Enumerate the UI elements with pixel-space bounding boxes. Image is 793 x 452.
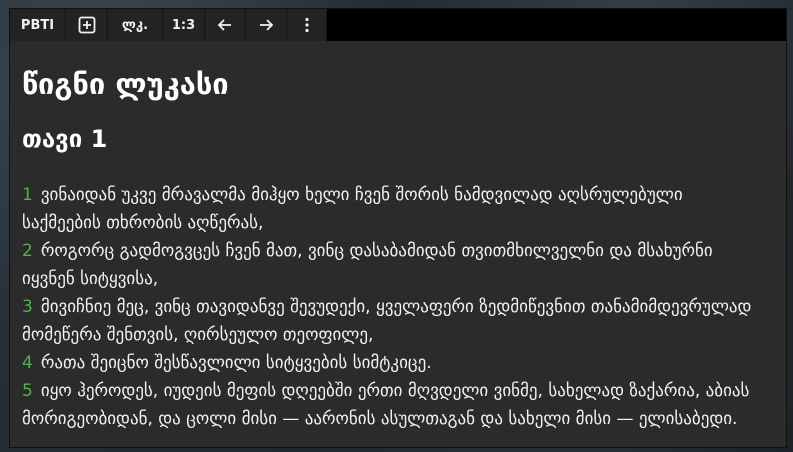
previous-chapter-button[interactable] (205, 9, 246, 41)
verse-number: 5 (22, 381, 33, 401)
next-chapter-button[interactable] (246, 9, 287, 41)
verse-number: 3 (22, 297, 33, 317)
toolbar: PBTI ლკ. 1:3 (10, 9, 786, 41)
book-select-button[interactable]: ლკ. (108, 9, 163, 41)
chapter-label: 1:3 (171, 17, 196, 33)
version-label: PBTI (20, 17, 55, 33)
book-label: ლკ. (121, 17, 149, 33)
verse[interactable]: 5 იყო ჰეროდეს, იუდეის მეფის დღეებში ერთი … (22, 377, 762, 433)
verse-text: როგორც გადმოგვცეს ჩვენ მათ, ვინც დასაბამ… (22, 241, 713, 289)
verse[interactable]: 2 როგორც გადმოგვცეს ჩვენ მათ, ვინც დასაბა… (22, 237, 762, 293)
verse-text: იყო ჰეროდეს, იუდეის მეფის დღეებში ერთი მ… (22, 381, 750, 429)
verse-number: 4 (22, 353, 33, 373)
add-button[interactable] (66, 9, 108, 41)
verse-list: 1 ვინაიდან უკვე მრავალმა მიჰყო ხელი ჩვენ … (22, 181, 762, 433)
arrow-left-icon (217, 17, 233, 33)
reading-pane: წიგნი ლუკასი თავი 1 1 ვინაიდან უკვე მრავა… (10, 41, 786, 447)
verse[interactable]: 1 ვინაიდან უკვე მრავალმა მიჰყო ხელი ჩვენ … (22, 181, 762, 237)
version-button[interactable]: PBTI (10, 9, 66, 41)
chapter-title: თავი 1 (22, 125, 108, 153)
verse[interactable]: 3 მივიჩნიე მეც, ვინც თავიდანვე შევუდექი, … (22, 293, 762, 349)
verse[interactable]: 4 რათა შეიცნო შესწავლილი სიტყვების სიმტკი… (22, 349, 762, 377)
bible-reader-window: PBTI ლკ. 1:3 წიგნი ლუკასი თავი 1 1 ვინაი… (9, 8, 787, 448)
toolbar-buttons: PBTI ლკ. 1:3 (10, 9, 327, 41)
book-title: წიგნი ლუკასი (22, 67, 229, 101)
chapter-select-button[interactable]: 1:3 (163, 9, 205, 41)
verse-number: 1 (22, 185, 33, 205)
verse-text: ვინაიდან უკვე მრავალმა მიჰყო ხელი ჩვენ შ… (22, 185, 683, 233)
verse-number: 2 (22, 241, 33, 261)
verse-text: მივიჩნიე მეც, ვინც თავიდანვე შევუდექი, ყ… (22, 297, 752, 345)
arrow-right-icon (258, 17, 274, 33)
verse-text: რათა შეიცნო შესწავლილი სიტყვების სიმტკიც… (40, 353, 432, 373)
more-vertical-icon (304, 17, 310, 33)
more-menu-button[interactable] (287, 9, 327, 41)
plus-box-icon (78, 16, 96, 34)
